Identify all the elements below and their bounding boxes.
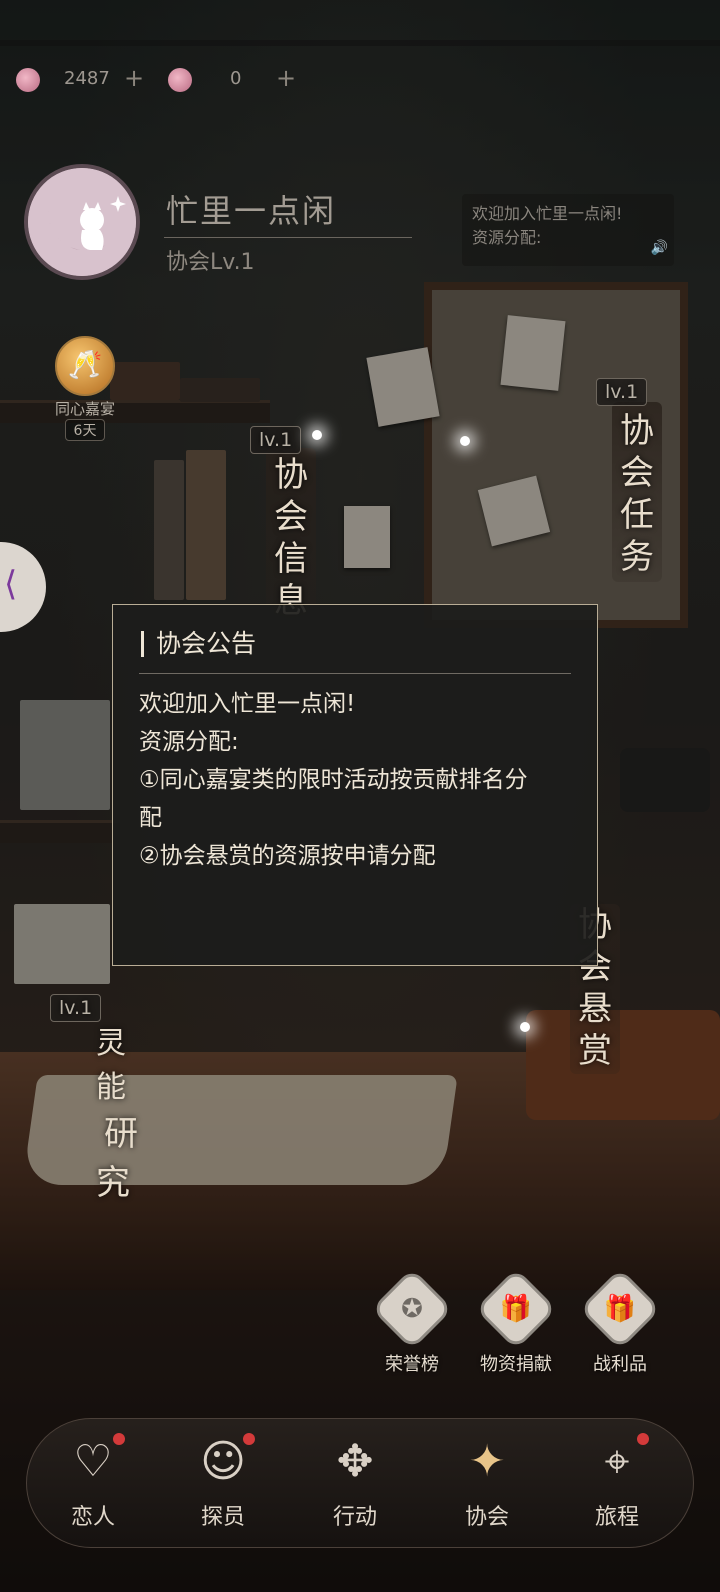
- level-badge: lv.1: [50, 994, 102, 1022]
- nav-guild[interactable]: ✦ 协会: [437, 1427, 537, 1543]
- notice-preview-line: 资源分配:: [472, 228, 542, 247]
- donation-button[interactable]: 🎁 物资捐献: [474, 1267, 558, 1376]
- dialog-body: 欢迎加入忙里一点闲! 资源分配: ①同心嘉宴类的限时活动按贡献排名分 配 ②协会…: [139, 685, 579, 875]
- add-resource-1-button[interactable]: +: [124, 64, 144, 92]
- guild-name: 忙里一点闲: [166, 192, 337, 230]
- honor-board-button[interactable]: ✪ 荣誉榜: [370, 1267, 454, 1376]
- guild-level: 协会Lv.1: [166, 250, 255, 275]
- notification-dot: [243, 1433, 255, 1445]
- event-days-badge: 6天: [64, 419, 106, 441]
- resource-bar: 2487 + 0 +: [0, 62, 720, 98]
- cards-icon: ✥: [336, 1436, 374, 1487]
- medal-icon: ✪: [370, 1267, 454, 1351]
- announcement-line: ①同心嘉宴类的限时活动按贡献排名分: [139, 767, 528, 793]
- event-name: 同心嘉宴: [54, 400, 115, 418]
- pink-gem-icon: [16, 68, 40, 92]
- facility-label: 协会信息: [274, 455, 308, 621]
- loot-button[interactable]: 🎁 战利品: [578, 1267, 662, 1376]
- add-resource-2-button[interactable]: +: [276, 64, 296, 92]
- resource-value-1: 2487: [64, 68, 110, 89]
- divider: [164, 237, 412, 238]
- toast-glasses-icon: 🥂: [55, 336, 115, 396]
- nav-agents[interactable]: ☺ 探员: [173, 1427, 273, 1543]
- notice-preview-line: 欢迎加入忙里一点闲!: [472, 204, 623, 223]
- cat-moon-icon: [28, 168, 136, 276]
- guild-emblem-icon: ✦: [468, 1436, 506, 1487]
- announcement-line: 欢迎加入忙里一点闲!: [139, 691, 356, 717]
- sparkle: [520, 1022, 530, 1032]
- bottom-nav: ♡ 恋人 ☺ 探员 ✥ 行动 ✦ 协会 ⌖ 旅程: [26, 1418, 694, 1548]
- announcement-line: ②协会悬赏的资源按申请分配: [139, 843, 436, 869]
- research-label-b: 研究: [96, 1114, 138, 1203]
- notification-dot: [113, 1433, 125, 1445]
- facility-label: 协会任务: [620, 411, 654, 577]
- nav-label: 恋人: [70, 1505, 115, 1530]
- nav-journey[interactable]: ⌖ 旅程: [567, 1427, 667, 1543]
- event-entry[interactable]: 🥂 同心嘉宴 6天: [40, 336, 130, 441]
- pink-heart-coin-icon: [168, 68, 192, 92]
- level-badge: lv.1: [250, 426, 302, 454]
- function-label: 战利品: [593, 1354, 647, 1375]
- announcement-line: 配: [139, 805, 162, 831]
- nav-action[interactable]: ✥ 行动: [305, 1427, 405, 1543]
- research-label-a: 灵能: [96, 1026, 126, 1105]
- announcement-dialog[interactable]: 协会公告 欢迎加入忙里一点闲! 资源分配: ①同心嘉宴类的限时活动按贡献排名分 …: [112, 604, 598, 966]
- speaker-icon: 🔊: [650, 240, 668, 256]
- nav-label: 探员: [200, 1505, 245, 1530]
- nav-label: 旅程: [594, 1505, 639, 1530]
- research-label: 灵能研究: [96, 1018, 138, 1204]
- sparkle: [312, 430, 322, 440]
- function-label: 荣誉榜: [385, 1354, 439, 1375]
- logo-icon: ⟨: [4, 564, 18, 604]
- nav-lovers[interactable]: ♡ 恋人: [43, 1427, 143, 1543]
- dialog-title: 协会公告: [141, 631, 256, 657]
- sparkle: [460, 436, 470, 446]
- resource-value-2: 0: [230, 68, 242, 89]
- gift-box-icon: 🎁: [578, 1267, 662, 1351]
- function-label: 物资捐献: [480, 1354, 552, 1375]
- announcement-line: 资源分配:: [139, 729, 239, 755]
- guild-avatar[interactable]: [24, 164, 140, 280]
- status-strip: [0, 40, 720, 46]
- divider: [139, 673, 571, 674]
- nav-label: 协会: [464, 1505, 509, 1530]
- level-badge: lv.1: [596, 378, 648, 406]
- notification-dot: [637, 1433, 649, 1445]
- nav-label: 行动: [332, 1505, 377, 1530]
- notice-preview[interactable]: 欢迎加入忙里一点闲! 资源分配: 🔊: [462, 194, 674, 266]
- gift-hand-icon: 🎁: [474, 1267, 558, 1351]
